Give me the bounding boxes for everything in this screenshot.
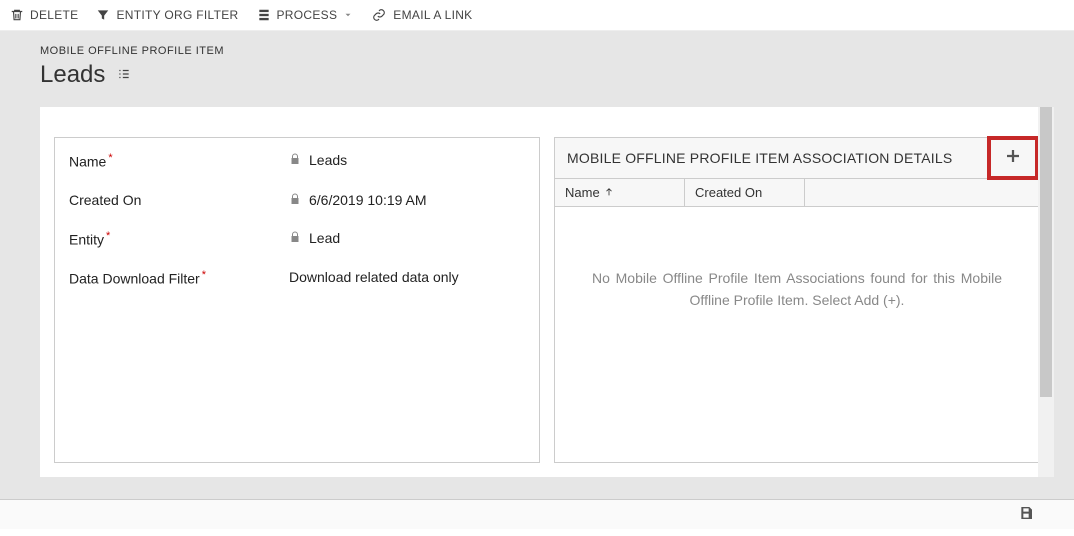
form-panel: Name* Leads Created On 6/6/2019 10:19 AM bbox=[54, 137, 540, 463]
entity-org-filter-button[interactable]: ENTITY ORG FILTER bbox=[96, 8, 238, 22]
lock-icon bbox=[289, 192, 301, 208]
vertical-scrollbar[interactable] bbox=[1038, 107, 1054, 477]
sort-asc-icon bbox=[604, 185, 614, 200]
datadownload-value-text: Download related data only bbox=[289, 269, 459, 285]
trash-icon bbox=[10, 8, 24, 22]
add-button[interactable] bbox=[1004, 146, 1022, 170]
createdon-value[interactable]: 6/6/2019 10:19 AM bbox=[289, 192, 427, 208]
association-panel: MOBILE OFFLINE PROFILE ITEM ASSOCIATION … bbox=[554, 137, 1040, 463]
name-label: Name* bbox=[69, 152, 289, 170]
association-panel-title: MOBILE OFFLINE PROFILE ITEM ASSOCIATION … bbox=[567, 150, 952, 166]
view-selector-icon[interactable] bbox=[115, 67, 133, 84]
required-star: * bbox=[106, 230, 110, 242]
link-icon bbox=[371, 8, 387, 22]
col-header-name-text: Name bbox=[565, 185, 600, 200]
delete-button[interactable]: DELETE bbox=[10, 8, 78, 22]
field-row-name: Name* Leads bbox=[69, 152, 525, 170]
filter-icon bbox=[96, 8, 110, 22]
required-star: * bbox=[108, 152, 112, 164]
entity-value[interactable]: Lead bbox=[289, 230, 340, 246]
page-area: MOBILE OFFLINE PROFILE ITEM Leads Name* … bbox=[0, 31, 1074, 529]
empty-message: No Mobile Offline Profile Item Associati… bbox=[592, 267, 1002, 312]
add-button-highlight bbox=[987, 136, 1039, 180]
process-button[interactable]: PROCESS bbox=[257, 8, 354, 22]
entity-org-filter-label: ENTITY ORG FILTER bbox=[116, 8, 238, 22]
entity-label: Entity* bbox=[69, 230, 289, 248]
save-icon[interactable] bbox=[1018, 505, 1034, 524]
association-grid-body: No Mobile Offline Profile Item Associati… bbox=[555, 207, 1039, 462]
email-link-button[interactable]: EMAIL A LINK bbox=[371, 8, 472, 22]
entity-type-label: MOBILE OFFLINE PROFILE ITEM bbox=[40, 45, 1054, 57]
status-bar bbox=[0, 499, 1074, 529]
required-star: * bbox=[202, 269, 206, 281]
association-panel-header: MOBILE OFFLINE PROFILE ITEM ASSOCIATION … bbox=[555, 138, 1039, 179]
name-value-text: Leads bbox=[309, 152, 347, 168]
entity-label-text: Entity bbox=[69, 231, 104, 247]
content-shell: Name* Leads Created On 6/6/2019 10:19 AM bbox=[40, 107, 1054, 477]
process-label: PROCESS bbox=[277, 8, 338, 22]
lock-icon bbox=[289, 152, 301, 168]
field-row-createdon: Created On 6/6/2019 10:19 AM bbox=[69, 192, 525, 208]
entity-value-text: Lead bbox=[309, 230, 340, 246]
field-row-entity: Entity* Lead bbox=[69, 230, 525, 248]
association-column-headers: Name Created On bbox=[555, 179, 1039, 207]
lock-icon bbox=[289, 230, 301, 246]
scrollbar-thumb[interactable] bbox=[1040, 107, 1052, 397]
title-row: Leads bbox=[40, 61, 1054, 89]
name-value[interactable]: Leads bbox=[289, 152, 347, 168]
name-label-text: Name bbox=[69, 154, 106, 170]
field-row-datadownload: Data Download Filter* Download related d… bbox=[69, 269, 525, 287]
createdon-label: Created On bbox=[69, 192, 289, 208]
delete-label: DELETE bbox=[30, 8, 78, 22]
col-header-createdon[interactable]: Created On bbox=[685, 179, 805, 206]
createdon-value-text: 6/6/2019 10:19 AM bbox=[309, 192, 427, 208]
col-header-empty bbox=[805, 179, 825, 206]
command-toolbar: DELETE ENTITY ORG FILTER PROCESS EMAIL A… bbox=[0, 0, 1074, 31]
page-title: Leads bbox=[40, 61, 105, 89]
datadownload-label-text: Data Download Filter bbox=[69, 271, 200, 287]
col-header-name[interactable]: Name bbox=[555, 179, 685, 206]
datadownload-value[interactable]: Download related data only bbox=[289, 269, 459, 285]
process-icon bbox=[257, 8, 271, 22]
chevron-down-icon bbox=[343, 10, 353, 20]
email-link-label: EMAIL A LINK bbox=[393, 8, 472, 22]
datadownload-label: Data Download Filter* bbox=[69, 269, 289, 287]
